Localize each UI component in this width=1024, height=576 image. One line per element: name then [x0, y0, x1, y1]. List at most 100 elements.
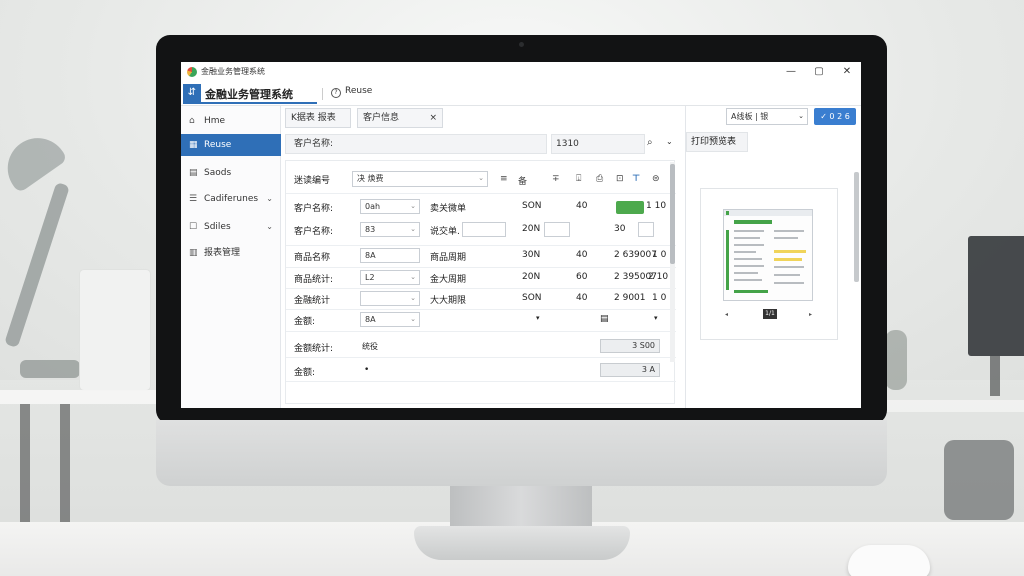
header-select[interactable]: 决 焕费 ⌄: [352, 171, 488, 187]
sidebar-item-home[interactable]: ⌂ Hme: [181, 110, 281, 132]
box-icon[interactable]: ⊡: [616, 174, 624, 184]
scrollbar[interactable]: [670, 162, 675, 362]
sort-icon[interactable]: ∓: [552, 174, 560, 184]
page-indicator: 1/1: [763, 309, 777, 319]
sales-icon: ☐: [189, 222, 198, 232]
scrollbar-thumb[interactable]: [670, 164, 675, 264]
sidebar-item-label: Cadiferunes: [204, 194, 259, 204]
customer-code-field[interactable]: 83 ⌄: [360, 222, 420, 237]
office-chair: [944, 440, 1014, 520]
preview-action-button[interactable]: ✓ 0 2 6: [814, 108, 856, 125]
thumb-line: [734, 230, 764, 232]
thumb-line: [734, 279, 762, 281]
sidebar-item-label: Sdiles: [204, 222, 231, 232]
maximize-button[interactable]: ▢: [807, 64, 831, 80]
document-thumbnail[interactable]: [723, 209, 813, 301]
header-select-value: 决 焕费: [357, 174, 384, 183]
total-label: 金额统计:: [294, 344, 334, 354]
quantity-field[interactable]: [544, 222, 570, 237]
form-header-label: 迷读编号: [294, 176, 331, 186]
finance-stats-field[interactable]: ⌄: [360, 291, 420, 306]
field-label: 大大期限: [430, 296, 467, 306]
sidebar-item-cadiferunes[interactable]: ☰ Cadiferunes ⌄: [181, 188, 281, 210]
preview-scrollbar[interactable]: [854, 172, 859, 282]
title-bar: 金融业务管理系统 — ▢ ✕: [181, 62, 861, 82]
divider: [286, 331, 676, 332]
chevron-down-icon: ⌄: [266, 222, 273, 231]
search-input[interactable]: 1310: [551, 134, 645, 154]
monitor-chin: [156, 420, 887, 486]
preview-select[interactable]: A线板 | 银 ⌄: [726, 108, 808, 125]
chevron-down-icon: ⌄: [798, 112, 804, 120]
preview-title: 打印预览表: [686, 132, 748, 152]
row-value: 2 9001: [614, 293, 646, 303]
search-icon[interactable]: ⌕: [647, 137, 653, 148]
customer-name-field[interactable]: 0ah ⌄: [360, 199, 420, 214]
amount-field[interactable]: 8A ⌄: [360, 312, 420, 327]
row-value: 2 10: [648, 272, 669, 282]
product-name-field[interactable]: 8A: [360, 248, 420, 263]
sidebar-item-reports[interactable]: ▥ 报表管理: [181, 242, 281, 264]
filter-icon[interactable]: ⊤: [632, 174, 640, 184]
chevron-down-icon: ⌄: [410, 202, 416, 210]
field-label: 金额:: [294, 317, 316, 327]
prev-page-icon[interactable]: ◂: [725, 311, 728, 318]
sidebar-item-label: Saods: [204, 168, 232, 178]
divider: [286, 381, 676, 382]
tab-customer-info[interactable]: 客户信息 ×: [357, 108, 443, 128]
row-value: 1 0: [652, 250, 667, 260]
order-field[interactable]: [462, 222, 506, 237]
small-field[interactable]: [638, 222, 654, 237]
order-form: 迷读编号 决 焕费 ⌄ ≡ 备 ∓ ⍗ ⎙ ⊡ ⊤ ⊜ 客户名称: 0ah ⌄ 卖关…: [285, 160, 676, 404]
preview-card: ◂ 1/1 ▸: [700, 188, 838, 340]
sidebar-item-reuse[interactable]: ▦ Reuse: [181, 134, 281, 156]
close-button[interactable]: ✕: [835, 64, 859, 80]
field-value: 83: [365, 225, 376, 234]
thumb-line: [734, 272, 758, 274]
field-label: 金融统计: [294, 296, 331, 306]
chevron-down-icon: ⌄: [410, 294, 416, 302]
field-label: 说交单.: [430, 227, 460, 237]
product-stats-field[interactable]: L2 ⌄: [360, 270, 420, 285]
thumb-line: [774, 282, 804, 284]
thumb-sidebar: [726, 230, 729, 290]
tab-customer-info-label: 客户信息: [363, 113, 400, 123]
thumb-toolbar: [724, 210, 812, 216]
thumb-line: [774, 237, 798, 239]
amount-value: 3 A: [600, 363, 660, 377]
note-icon[interactable]: 备: [518, 174, 527, 187]
divider: [286, 288, 676, 289]
download-icon[interactable]: ⍗: [576, 174, 581, 184]
background-monitor: [968, 236, 1024, 356]
close-icon[interactable]: ×: [429, 109, 437, 127]
list-icon[interactable]: ≡: [500, 174, 508, 184]
row-value: SON: [522, 293, 542, 303]
thumb-line: [774, 230, 804, 232]
row-value: ▾: [654, 314, 658, 322]
row-value: 1 0: [652, 293, 667, 303]
next-page-icon[interactable]: ▸: [809, 311, 812, 318]
tab-data-report[interactable]: K据表 报表: [285, 108, 351, 128]
chevron-down-icon[interactable]: ⌄: [666, 137, 673, 146]
thumb-marker: [726, 211, 729, 215]
tab-main[interactable]: ⇵ 金融业务管理系统: [183, 84, 317, 104]
tab-reuse[interactable]: ? Reuse: [331, 86, 372, 102]
thumb-line: [734, 251, 756, 253]
tab-separator: [322, 88, 323, 100]
amount-mid: •: [364, 365, 370, 375]
plant: [885, 330, 907, 390]
field-label: 客户名称:: [294, 204, 334, 214]
total-value: 3 S00: [600, 339, 660, 353]
swap-icon: ⇵: [183, 84, 201, 102]
print-icon[interactable]: ⎙: [596, 174, 603, 184]
divider: [286, 357, 676, 358]
search-bar: 客户名称: 1310 ⌕ ⌄: [285, 134, 677, 154]
settings-icon[interactable]: ⊜: [652, 174, 660, 184]
tab-reuse-label: Reuse: [345, 86, 373, 96]
status-badge: [616, 201, 644, 214]
sidebar-item-sdiles[interactable]: ☐ Sdiles ⌄: [181, 216, 281, 238]
sidebar-item-saods[interactable]: ▤ Saods: [181, 162, 281, 184]
chevron-down-icon: ⌄: [410, 315, 416, 323]
minimize-button[interactable]: —: [779, 64, 803, 80]
row-value: 1 10: [646, 201, 667, 211]
